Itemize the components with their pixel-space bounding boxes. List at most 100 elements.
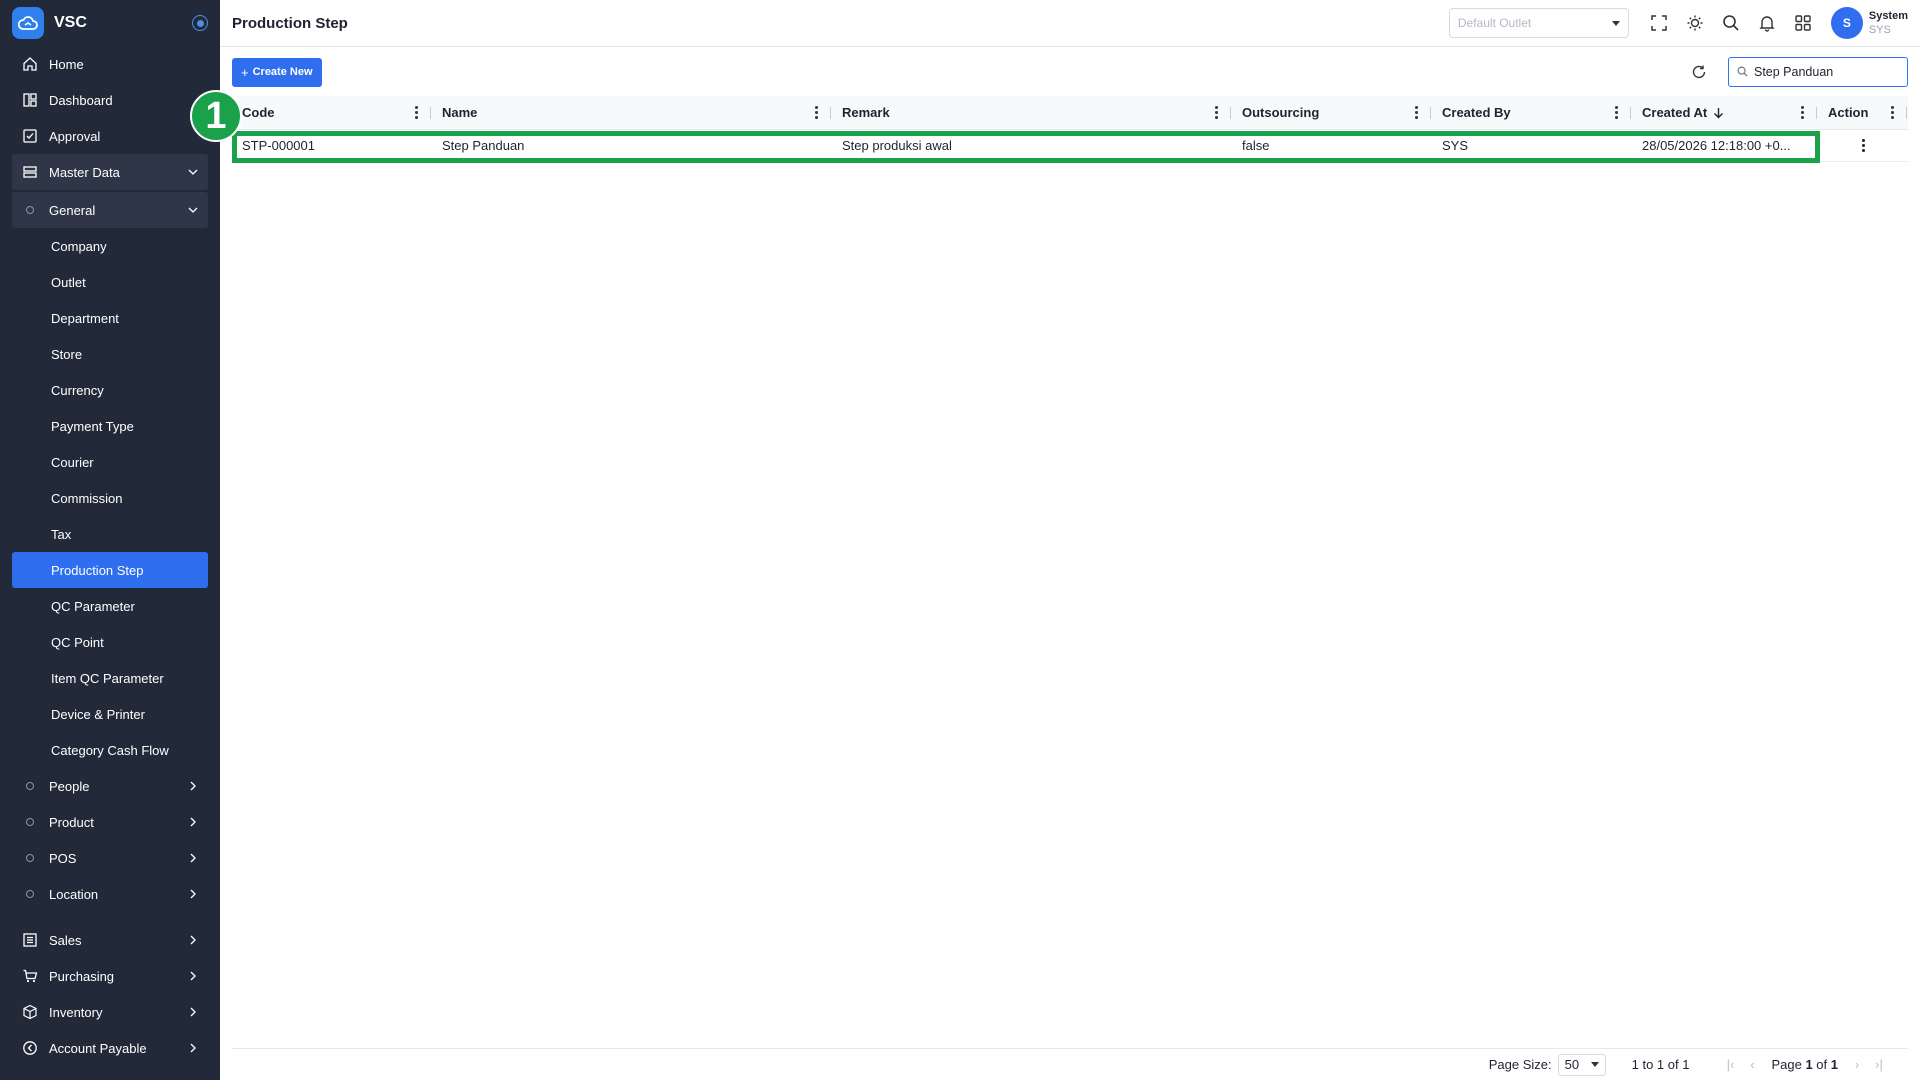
sidebar-item-master-data[interactable]: Master Data xyxy=(12,154,208,190)
sidebar-item-inventory[interactable]: Inventory xyxy=(12,994,208,1030)
sidebar-item-item-qc-parameter[interactable]: Item QC Parameter xyxy=(12,660,208,696)
column-menu-icon[interactable] xyxy=(1611,106,1621,119)
sidebar-item-location[interactable]: Location xyxy=(12,876,208,912)
sidebar-item-label: Product xyxy=(49,814,94,830)
page-size-value: 50 xyxy=(1564,1057,1580,1072)
circle-icon xyxy=(20,200,40,220)
column-menu-icon[interactable] xyxy=(1887,106,1897,119)
cell-outsourcing: false xyxy=(1242,138,1270,153)
grid-toolbar: + Create New xyxy=(232,57,1908,87)
search-icon[interactable] xyxy=(1713,5,1749,41)
sidebar-item-product[interactable]: Product xyxy=(12,804,208,840)
sidebar-item-store[interactable]: Store xyxy=(12,336,208,372)
chevron-right-icon xyxy=(186,933,200,947)
chevron-right-icon xyxy=(186,1041,200,1055)
cell-created-at: 28/05/2026 12:18:00 +0... xyxy=(1642,138,1791,153)
sidebar-item-home[interactable]: Home xyxy=(12,46,208,82)
chevron-right-icon xyxy=(186,779,200,793)
last-page-icon[interactable]: ›| xyxy=(1868,1057,1890,1072)
sidebar-item-label: Tax xyxy=(51,526,72,542)
sidebar-item-courier[interactable]: Courier xyxy=(12,444,208,480)
sidebar-item-purchasing[interactable]: Purchasing xyxy=(12,958,208,994)
caret-down-icon xyxy=(1590,1062,1599,1067)
search-icon xyxy=(1737,65,1748,80)
sidebar-item-category-cash-flow[interactable]: Category Cash Flow xyxy=(12,732,208,768)
sidebar: VSC Home Dashboard Approval Master Data … xyxy=(0,0,220,1080)
sidebar-nav: Home Dashboard Approval Master Data Gene… xyxy=(0,46,220,1066)
page-size-select[interactable]: 50 xyxy=(1557,1053,1606,1076)
payable-icon xyxy=(20,1038,40,1058)
column-menu-icon[interactable] xyxy=(1797,106,1807,119)
sidebar-item-department[interactable]: Department xyxy=(12,300,208,336)
circle-icon xyxy=(20,812,40,832)
cell-remark: Step produksi awal xyxy=(842,138,952,153)
page-range-text: 1 to 1 of 1 xyxy=(1631,1057,1690,1072)
chevron-right-icon xyxy=(186,887,200,901)
create-new-button[interactable]: + Create New xyxy=(232,57,322,87)
column-header-remark[interactable]: Remark xyxy=(832,96,1232,129)
sidebar-item-approval[interactable]: Approval xyxy=(12,118,208,154)
column-header-code[interactable]: Code xyxy=(232,96,432,129)
sidebar-item-sales[interactable]: Sales xyxy=(12,922,208,958)
column-menu-icon[interactable] xyxy=(1411,106,1421,119)
brand-header: VSC xyxy=(0,0,220,46)
sidebar-item-device-printer[interactable]: Device & Printer xyxy=(12,696,208,732)
apps-grid-icon[interactable] xyxy=(1785,5,1821,41)
server-icon xyxy=(20,162,40,182)
annotation-number-badge: 1 xyxy=(190,90,242,142)
circle-icon xyxy=(20,776,40,796)
sidebar-item-general[interactable]: General xyxy=(12,192,208,228)
sidebar-item-label: Location xyxy=(49,886,99,902)
page-indicator: Page 1 of 1 xyxy=(1771,1057,1838,1072)
next-page-icon[interactable]: › xyxy=(1846,1057,1868,1072)
sort-down-arrow-icon xyxy=(1713,107,1724,119)
first-page-icon[interactable]: |‹ xyxy=(1719,1057,1741,1072)
column-menu-icon[interactable] xyxy=(411,106,421,119)
sidebar-item-company[interactable]: Company xyxy=(12,228,208,264)
sidebar-item-label: Item QC Parameter xyxy=(51,670,164,686)
previous-page-icon[interactable]: ‹ xyxy=(1741,1057,1763,1072)
sidebar-item-label: Courier xyxy=(51,454,94,470)
sidebar-item-qc-point[interactable]: QC Point xyxy=(12,624,208,660)
sidebar-item-people[interactable]: People xyxy=(12,768,208,804)
user-code: SYS xyxy=(1868,24,1891,36)
outlet-select[interactable]: Default Outlet xyxy=(1448,8,1629,38)
chevron-down-icon xyxy=(186,165,200,179)
sidebar-item-commission[interactable]: Commission xyxy=(12,480,208,516)
sidebar-item-tax[interactable]: Tax xyxy=(12,516,208,552)
table-row[interactable]: STP-000001 Step Panduan Step produksi aw… xyxy=(232,130,1908,162)
cell-name: Step Panduan xyxy=(442,138,525,153)
column-header-created-by[interactable]: Created By xyxy=(1432,96,1632,129)
sidebar-item-label: POS xyxy=(49,850,77,866)
sidebar-item-label: Store xyxy=(51,346,83,362)
caret-down-icon xyxy=(1611,20,1620,26)
column-header-name[interactable]: Name xyxy=(432,96,832,129)
column-header-action[interactable]: Action xyxy=(1818,96,1908,129)
sidebar-item-qc-parameter[interactable]: QC Parameter xyxy=(12,588,208,624)
page-size-label: Page Size: xyxy=(1488,1057,1552,1072)
search-field[interactable] xyxy=(1728,57,1908,87)
top-bar: Production Step Default Outlet S System … xyxy=(220,0,1920,47)
refresh-icon[interactable] xyxy=(1684,57,1714,87)
fullscreen-icon[interactable] xyxy=(1641,5,1677,41)
sidebar-item-pos[interactable]: POS xyxy=(12,840,208,876)
sun-icon[interactable] xyxy=(1677,5,1713,41)
sidebar-item-account-payable[interactable]: Account Payable xyxy=(12,1030,208,1066)
bell-icon[interactable] xyxy=(1749,5,1785,41)
sidebar-item-payment-type[interactable]: Payment Type xyxy=(12,408,208,444)
column-header-outsourcing[interactable]: Outsourcing xyxy=(1232,96,1432,129)
column-header-created-at[interactable]: Created At xyxy=(1632,96,1818,129)
column-menu-icon[interactable] xyxy=(811,106,821,119)
sidebar-item-production-step[interactable]: Production Step xyxy=(12,552,208,588)
user-menu[interactable]: S System SYS xyxy=(1830,7,1908,39)
column-menu-icon[interactable] xyxy=(1211,106,1221,119)
sidebar-item-label: People xyxy=(49,778,90,794)
sidebar-item-dashboard[interactable]: Dashboard xyxy=(12,82,208,118)
row-action-menu-icon[interactable] xyxy=(1818,130,1908,161)
sidebar-item-label: Approval xyxy=(49,128,101,144)
search-input[interactable] xyxy=(1754,65,1894,79)
sidebar-item-currency[interactable]: Currency xyxy=(12,372,208,408)
chevron-right-icon xyxy=(186,969,200,983)
sidebar-toggle-icon[interactable] xyxy=(192,15,208,31)
sidebar-item-outlet[interactable]: Outlet xyxy=(12,264,208,300)
